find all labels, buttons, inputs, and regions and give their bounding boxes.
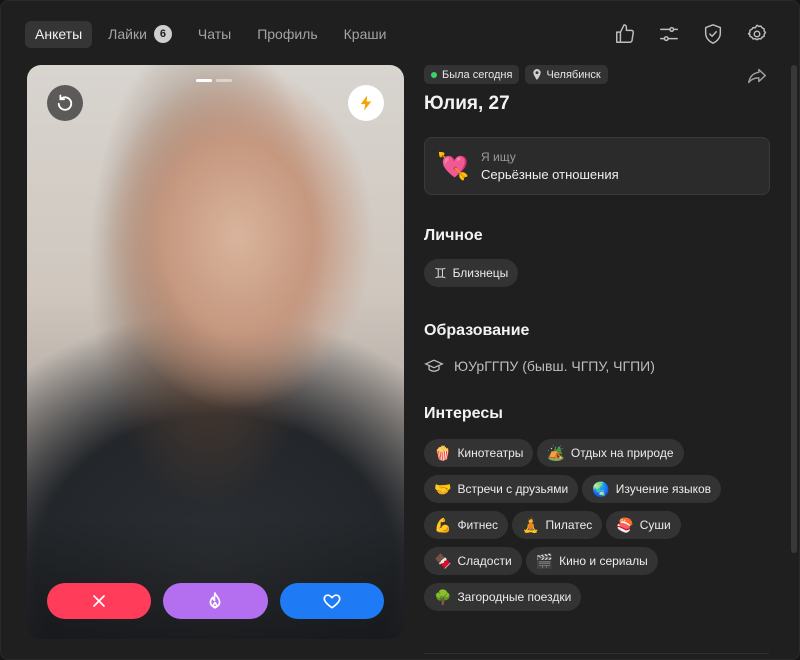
education-row: ЮУрГГПУ (бывш. ЧГПУ, ЧГПИ) xyxy=(424,356,770,376)
education-text: ЮУрГГПУ (бывш. ЧГПУ, ЧГПИ) xyxy=(454,358,655,374)
city-text: Челябинск xyxy=(546,68,601,81)
interest-label: Кинотеатры xyxy=(457,446,524,460)
graduation-cap-icon xyxy=(424,359,444,372)
interest-chip: 🧘 Пилатес xyxy=(512,511,603,539)
online-status-text: Была сегодня xyxy=(442,68,513,81)
settings-icon[interactable] xyxy=(735,20,779,48)
interest-chip: 🎬 Кино и сериалы xyxy=(525,547,658,575)
superlike-button[interactable] xyxy=(163,583,268,619)
looking-for-card: 💘 Я ищу Серьёзные отношения xyxy=(424,137,770,195)
divider xyxy=(424,653,769,654)
photo-progress-segment-active xyxy=(196,79,212,82)
looking-for-value: Серьёзные отношения xyxy=(481,167,619,182)
likes-count-badge: 6 xyxy=(153,25,172,43)
like-button[interactable] xyxy=(279,583,384,619)
photo-progress-indicator xyxy=(196,79,232,82)
interest-label: Кино и сериалы xyxy=(559,554,648,568)
tab-label: Чаты xyxy=(197,26,232,42)
gemini-icon: ♊ xyxy=(434,264,447,281)
section-title-interests: Интересы xyxy=(424,405,503,422)
tab-label: Анкеты xyxy=(35,26,83,42)
interest-chip: 🌳 Загородные поездки xyxy=(424,583,582,611)
heart-arrow-icon: 💘 xyxy=(437,151,470,181)
tab-label: Лайки xyxy=(108,26,147,42)
interest-chip: 🍿 Кинотеатры xyxy=(424,439,534,467)
interest-chip: 🍫 Сладости xyxy=(424,547,522,575)
top-actions xyxy=(603,20,779,48)
interest-label: Загородные поездки xyxy=(457,590,572,604)
yoga-icon: 🧘 xyxy=(522,517,540,533)
interest-label: Сладости xyxy=(457,554,512,568)
online-status-badge: Была сегодня xyxy=(424,65,520,84)
boost-button[interactable] xyxy=(348,85,384,121)
interest-label: Суши xyxy=(639,518,671,532)
sushi-icon: 🍣 xyxy=(616,517,634,533)
photo-progress-segment xyxy=(216,79,232,82)
top-navigation: Анкеты Лайки 6 Чаты Профиль Краши xyxy=(25,20,779,48)
tab-label: Профиль xyxy=(257,26,318,42)
section-title-personal: Личное xyxy=(424,227,483,244)
tree-icon: 🌳 xyxy=(434,589,452,605)
filters-icon[interactable] xyxy=(647,20,691,48)
tab-likes[interactable]: Лайки 6 xyxy=(98,21,182,48)
interest-label: Фитнес xyxy=(457,518,499,532)
interest-label: Пилатес xyxy=(545,518,593,532)
swipe-actions xyxy=(47,583,384,619)
location-pin-icon xyxy=(532,69,542,80)
interest-label: Встречи с друзьями xyxy=(457,482,569,496)
popcorn-icon: 🍿 xyxy=(434,445,452,461)
profile-name-age: Юлия, 27 xyxy=(424,93,510,114)
tab-crushes[interactable]: Краши xyxy=(334,21,397,48)
interest-label: Отдых на природе xyxy=(570,446,674,460)
undo-icon xyxy=(57,94,73,111)
interest-label: Изучение языков xyxy=(615,482,712,496)
heart-icon xyxy=(323,594,341,609)
section-title-education: Образование xyxy=(424,322,530,339)
shield-check-icon[interactable] xyxy=(691,20,735,48)
online-dot-icon xyxy=(431,71,437,78)
city-badge: Челябинск xyxy=(525,65,608,84)
thumbs-up-icon[interactable] xyxy=(603,20,647,48)
interest-chip: 🌏 Изучение языков xyxy=(582,475,722,503)
chocolate-icon: 🍫 xyxy=(434,553,452,569)
camping-icon: 🏕️ xyxy=(547,445,565,461)
looking-for-label: Я ищу xyxy=(481,150,516,164)
app-window: Анкеты Лайки 6 Чаты Профиль Краши Была с… xyxy=(0,0,800,660)
close-icon xyxy=(93,595,105,607)
share-icon[interactable] xyxy=(746,65,770,89)
profile-photo[interactable] xyxy=(27,65,404,639)
profile-info-panel: Была сегодня Челябинск Юлия, 27 💘 Я ищу … xyxy=(424,65,770,619)
flame-icon xyxy=(210,592,221,609)
interest-chip: 🍣 Суши xyxy=(606,511,681,539)
handshake-icon: 🤝 xyxy=(434,481,452,497)
zodiac-chip: ♊ Близнецы xyxy=(424,259,519,287)
scrollbar[interactable] xyxy=(791,65,797,553)
flexed-biceps-icon: 💪 xyxy=(434,517,452,533)
undo-button[interactable] xyxy=(47,85,83,121)
interest-chip: 💪 Фитнес xyxy=(424,511,509,539)
interests-list: 🍿 Кинотеатры 🏕️ Отдых на природе 🤝 Встречи с… xyxy=(424,439,770,619)
photo-gradient-overlay xyxy=(27,519,404,639)
clapperboard-icon: 🎬 xyxy=(535,553,554,569)
interest-chip: 🏕️ Отдых на природе xyxy=(537,439,684,467)
interest-chip: 🤝 Встречи с друзьями xyxy=(424,475,579,503)
tab-profile[interactable]: Профиль xyxy=(247,21,327,48)
zodiac-text: Близнецы xyxy=(452,266,509,280)
tab-ankety[interactable]: Анкеты xyxy=(25,20,93,48)
tab-chats[interactable]: Чаты xyxy=(188,21,241,48)
tab-label: Краши xyxy=(343,26,387,42)
globe-icon: 🌏 xyxy=(592,481,610,497)
status-row: Была сегодня Челябинск xyxy=(424,65,770,84)
dislike-button[interactable] xyxy=(47,583,152,619)
lightning-icon xyxy=(360,95,372,111)
